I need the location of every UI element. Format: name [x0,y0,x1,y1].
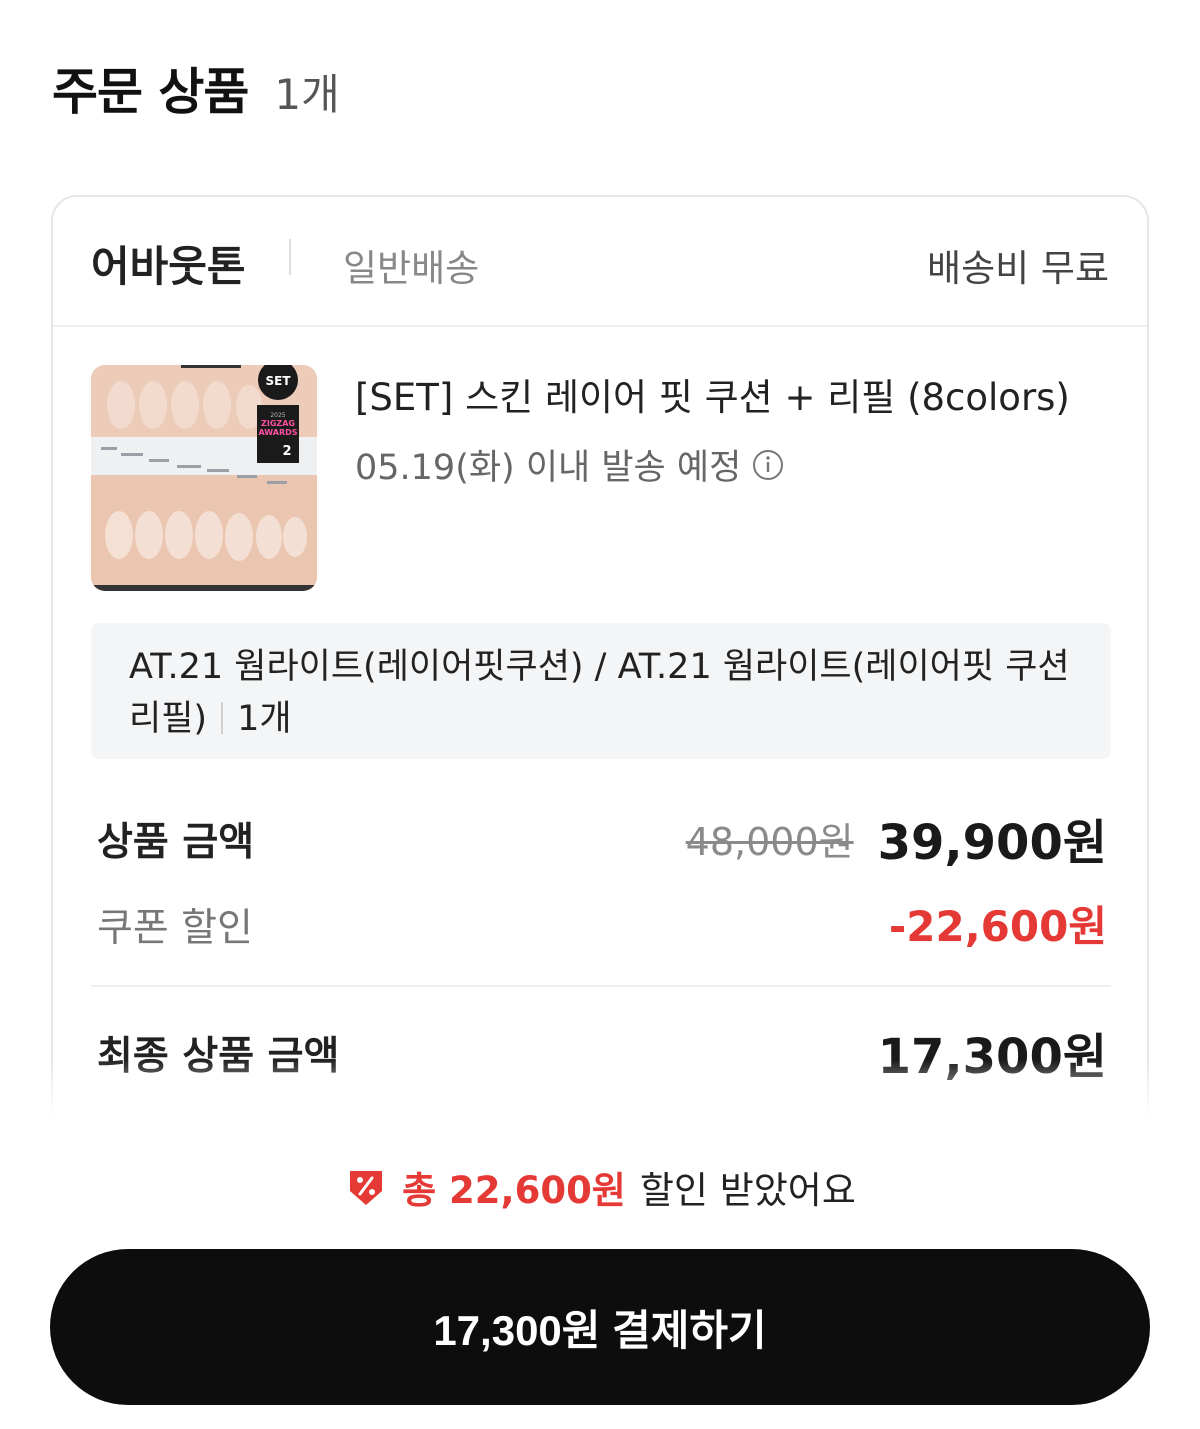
svg-text:2025: 2025 [270,412,285,419]
divider [289,239,291,275]
product-amount-row: 상품 금액 48,000원 39,900원 [97,803,1107,871]
info-icon[interactable] [751,448,785,482]
item-count: 1개 [274,70,340,119]
set-badge: SET [265,374,291,388]
product-thumbnail[interactable]: SET 2025 ZIGZAG AWARDS 2 [91,365,317,591]
option-summary: AT.21 웜라이트(레이어핏쿠션) / AT.21 웜라이트(레이어핏 쿠션리… [91,623,1111,759]
pay-button[interactable]: 17,300원 결제하기 [50,1249,1150,1405]
original-price: 48,000원 [685,820,854,864]
svg-text:ZIGZAG: ZIGZAG [261,419,295,428]
ship-date: 05.19(화) 이내 발송 예정 [355,439,785,490]
product-amount-label: 상품 금액 [97,820,255,865]
coupon-discount: -22,600원 [888,902,1107,951]
sale-price: 39,900원 [877,815,1107,871]
discount-summary: 총 22,600원 할인 받았어요 [0,1160,1200,1214]
svg-text:AWARDS: AWARDS [258,428,297,437]
checkout-bar: 총 22,600원 할인 받았어요 17,300원 결제하기 [0,1120,1200,1429]
coupon-label: 쿠폰 할인 [97,906,253,951]
total-discount: 총 22,600원 [402,1169,626,1212]
divider [91,985,1111,987]
order-card: 어바웃톤 일반배송 배송비 무료 SET 2025 ZIGZAG AWARDS … [51,195,1149,1195]
scroll-fade [0,1060,1200,1120]
shipping-type: 일반배송 [343,247,480,290]
discount-tag-icon [344,1165,388,1209]
svg-text:2: 2 [282,444,291,459]
divider [221,702,224,734]
order-items-heading: 주문 상품 1개 [52,52,340,124]
product-amount-value: 48,000원 39,900원 [686,803,1107,873]
option-quantity: 1개 [237,699,292,739]
product-name[interactable]: [SET] 스킨 레이어 핏 쿠션 + 리필 (8colors) [355,367,1070,421]
page-title: 주문 상품 [52,63,249,121]
discount-suffix: 할인 받았어요 [639,1169,856,1212]
shipping-fee: 배송비 무료 [927,247,1109,290]
coupon-row: 쿠폰 할인 -22,600원 [97,893,1107,953]
ship-date-text: 05.19(화) 이내 발송 예정 [355,448,742,488]
shop-header: 어바웃톤 일반배송 배송비 무료 [53,197,1147,327]
shop-name[interactable]: 어바웃톤 [91,233,246,294]
